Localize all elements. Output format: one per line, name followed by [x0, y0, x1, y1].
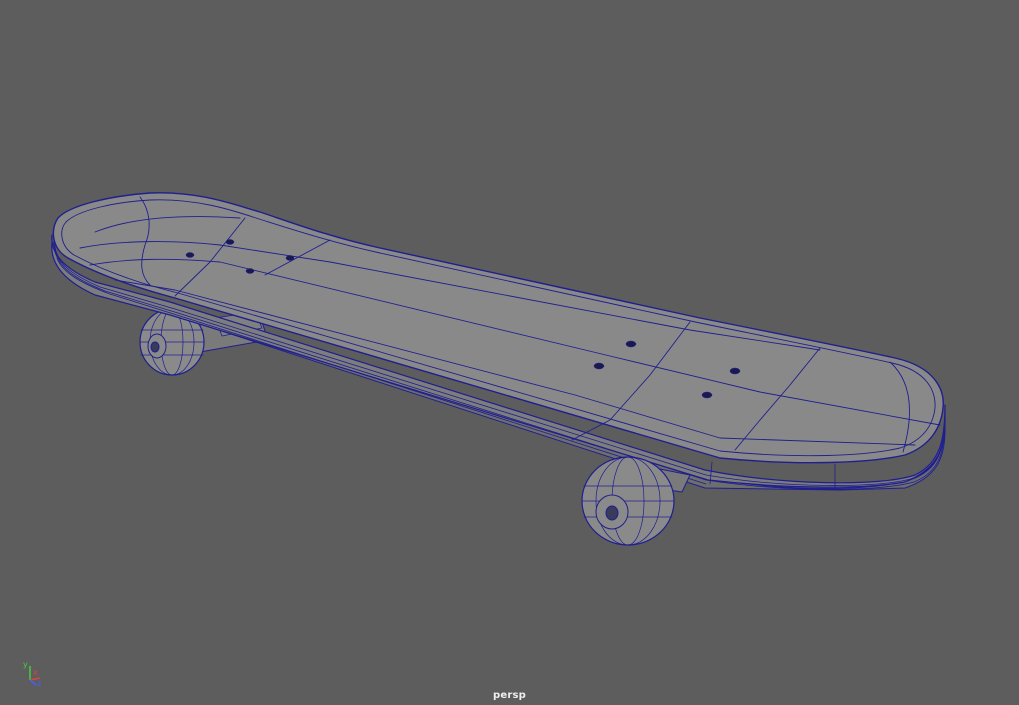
- camera-name-label: persp: [493, 690, 526, 701]
- x-axis-label: x: [33, 668, 38, 677]
- z-axis-line: [29, 679, 37, 686]
- axis-gizmo: y x z: [23, 660, 41, 688]
- y-axis-label: y: [23, 660, 28, 669]
- front-wheel[interactable]: [581, 456, 675, 546]
- z-axis-label: z: [37, 679, 41, 688]
- 3d-viewport[interactable]: [0, 0, 1019, 705]
